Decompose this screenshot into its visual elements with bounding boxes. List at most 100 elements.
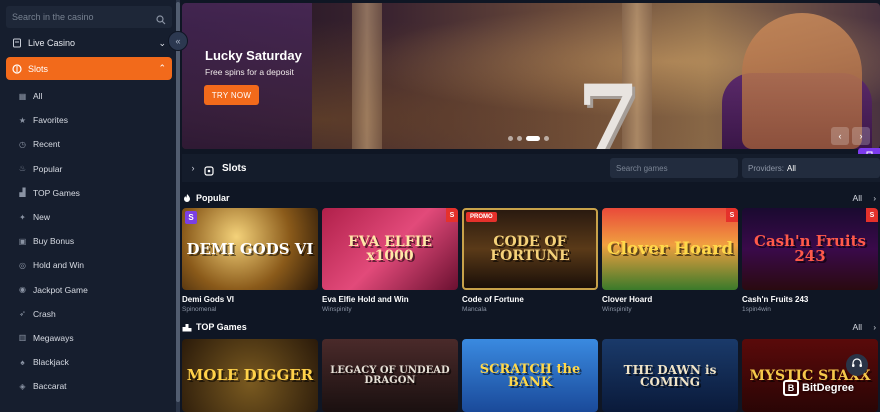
slots-submenu: ▦ All ★ Favorites ◷ Recent ♨ Popular ▟ TOP Ga… bbox=[6, 84, 172, 398]
game-art-title: CODE OF FORTUNE bbox=[490, 234, 570, 264]
game-card[interactable]: S Clover Hoard Clover Hoard Winspinity bbox=[602, 208, 738, 313]
sidebar-item-popular[interactable]: ♨ Popular bbox=[6, 157, 172, 181]
carousel-next-button[interactable]: › bbox=[852, 127, 870, 145]
fire-icon: ♨ bbox=[18, 164, 27, 174]
coin-icon: ◎ bbox=[19, 260, 26, 270]
carousel-dot[interactable] bbox=[517, 136, 522, 141]
sidebar-item-all[interactable]: ▦ All bbox=[6, 84, 172, 108]
banner-pillar-art bbox=[352, 3, 382, 149]
jackpot-icon: ◉ bbox=[19, 285, 26, 295]
game-art-title: MOLE DIGGER bbox=[186, 366, 314, 384]
try-now-button[interactable]: TRY NOW bbox=[204, 85, 259, 105]
sidebar-item-megaways[interactable]: ▥ Megaways bbox=[6, 326, 172, 350]
sidebar-item-label: Blackjack bbox=[33, 357, 69, 368]
scrollbar-thumb[interactable] bbox=[176, 2, 180, 402]
game-card[interactable]: THE DAWN is COMING bbox=[602, 339, 738, 412]
sidebar-item-jackpot-game[interactable]: ◉ Jackpot Game bbox=[6, 278, 172, 302]
game-thumbnail[interactable]: LEGACY OF UNDEAD DRAGON bbox=[322, 339, 458, 412]
game-card[interactable]: SCRATCH the BANK bbox=[462, 339, 598, 412]
game-thumbnail[interactable]: SCRATCH the BANK bbox=[462, 339, 598, 412]
game-search[interactable] bbox=[610, 158, 738, 178]
game-name: Code of Fortune bbox=[462, 295, 524, 304]
providers-select[interactable]: Providers: All bbox=[742, 158, 880, 178]
game-art-title: DEMI GODS VI bbox=[186, 239, 314, 258]
game-card[interactable]: LEGACY OF UNDEAD DRAGON bbox=[322, 339, 458, 412]
bitdegree-watermark: B BitDegree bbox=[783, 380, 854, 396]
cart-icon: ▣ bbox=[18, 236, 27, 246]
game-thumbnail[interactable]: PROMO CODE OF FORTUNE bbox=[462, 208, 598, 290]
game-thumbnail[interactable]: S EVA ELFIE x1000 bbox=[322, 208, 458, 290]
game-card[interactable]: S EVA ELFIE x1000 Eva Elfie Hold and Win… bbox=[322, 208, 458, 313]
game-card[interactable]: PROMO CODE OF FORTUNE Code of Fortune Ma… bbox=[462, 208, 598, 313]
category-label: Live Casino bbox=[28, 38, 76, 48]
fire-icon bbox=[182, 193, 192, 203]
search-icon[interactable] bbox=[156, 12, 166, 25]
casino-search[interactable] bbox=[6, 6, 172, 28]
slots-icon bbox=[12, 63, 22, 74]
chevron-up-icon: ⌃ bbox=[158, 63, 166, 73]
game-thumbnail[interactable]: S Cash'n Fruits 243 bbox=[742, 208, 878, 290]
spinomenal-badge-icon: S bbox=[185, 211, 197, 224]
sidebar-item-buy-bonus[interactable]: ▣ Buy Bonus bbox=[6, 229, 172, 253]
expand-chevron-icon[interactable]: › bbox=[182, 163, 204, 173]
game-art-title: Cash'n Fruits 243 bbox=[754, 232, 866, 265]
rocket-icon: ➶ bbox=[19, 309, 26, 319]
game-name: Eva Elfie Hold and Win bbox=[322, 295, 409, 304]
sidebar-item-favorites[interactable]: ★ Favorites bbox=[6, 108, 172, 132]
game-thumbnail[interactable]: S DEMI GODS VI bbox=[182, 208, 318, 290]
sidebar: Live Casino ⌄ Slots ⌃ ▦ All ★ Favorites ◷ R… bbox=[0, 0, 178, 412]
bitdegree-logo-icon: B bbox=[783, 380, 799, 396]
podium-icon bbox=[182, 322, 192, 332]
game-art-title: LEGACY OF UNDEAD DRAGON bbox=[330, 364, 450, 386]
chevron-right-icon[interactable]: › bbox=[873, 194, 876, 203]
chevron-right-icon[interactable]: › bbox=[873, 323, 876, 332]
category-slots[interactable]: Slots ⌃ bbox=[6, 57, 172, 80]
support-chat-button[interactable] bbox=[846, 354, 868, 376]
live-casino-icon bbox=[12, 38, 22, 48]
provider-badge-icon: S bbox=[866, 208, 878, 222]
sidebar-item-new[interactable]: ✦ New bbox=[6, 205, 172, 229]
carousel-dots bbox=[508, 136, 549, 141]
clock-icon: ◷ bbox=[19, 139, 26, 149]
carousel-dot[interactable] bbox=[544, 136, 549, 141]
sparkle-icon: ✦ bbox=[19, 212, 26, 222]
game-card[interactable]: S DEMI GODS VI Demi Gods VI Spinomenal bbox=[182, 208, 318, 313]
casino-search-input[interactable] bbox=[12, 12, 152, 22]
game-search-input[interactable] bbox=[616, 163, 732, 173]
game-thumbnail[interactable]: THE DAWN is COMING bbox=[602, 339, 738, 412]
slots-icon bbox=[204, 163, 214, 176]
sidebar-item-top-games[interactable]: ▟ TOP Games bbox=[6, 181, 172, 205]
section-title: Popular bbox=[196, 193, 230, 203]
popular-all-link[interactable]: All bbox=[853, 193, 862, 203]
category-live-casino[interactable]: Live Casino ⌄ bbox=[6, 32, 172, 54]
top-games-section-header: TOP Games All › bbox=[182, 320, 880, 334]
carousel-dot-active[interactable] bbox=[526, 136, 540, 141]
sidebar-item-recent[interactable]: ◷ Recent bbox=[6, 132, 172, 156]
sidebar-collapse-button[interactable]: « bbox=[168, 31, 188, 51]
game-provider: Winspinity bbox=[322, 306, 352, 313]
sidebar-item-label: New bbox=[33, 212, 51, 223]
top-games-row: MOLE DIGGER LEGACY OF UNDEAD DRAGON SCRA… bbox=[182, 339, 878, 412]
sidebar-item-label: Jackpot Game bbox=[33, 284, 88, 295]
promo-banner[interactable]: 7 Lucky Saturday Free spins for a deposi… bbox=[182, 3, 880, 149]
slots-heading: Slots bbox=[222, 162, 247, 174]
watermark-text: BitDegree bbox=[802, 382, 854, 394]
sidebar-item-hold-and-win[interactable]: ◎ Hold and Win bbox=[6, 253, 172, 277]
carousel-prev-button[interactable]: ‹ bbox=[831, 127, 849, 145]
sidebar-item-crash[interactable]: ➶ Crash bbox=[6, 302, 172, 326]
game-art-title: Clover Hoard bbox=[606, 238, 734, 259]
section-title: TOP Games bbox=[196, 322, 247, 332]
game-card[interactable]: S Cash'n Fruits 243 Cash'n Fruits 243 1s… bbox=[742, 208, 878, 313]
game-provider: 1spin4win bbox=[742, 306, 771, 313]
carousel-dot[interactable] bbox=[508, 136, 513, 141]
game-thumbnail[interactable]: MOLE DIGGER bbox=[182, 339, 318, 412]
sidebar-item-baccarat[interactable]: ◈ Baccarat bbox=[6, 374, 172, 398]
headset-icon bbox=[851, 356, 863, 374]
cards-icon: ♠ bbox=[20, 357, 25, 367]
game-card[interactable]: MOLE DIGGER bbox=[182, 339, 318, 412]
sidebar-scrollbar[interactable] bbox=[176, 0, 180, 412]
game-thumbnail[interactable]: S Clover Hoard bbox=[602, 208, 738, 290]
sidebar-item-blackjack[interactable]: ♠ Blackjack bbox=[6, 350, 172, 374]
chip-icon: ◈ bbox=[19, 381, 26, 391]
top-games-all-link[interactable]: All bbox=[853, 322, 862, 332]
